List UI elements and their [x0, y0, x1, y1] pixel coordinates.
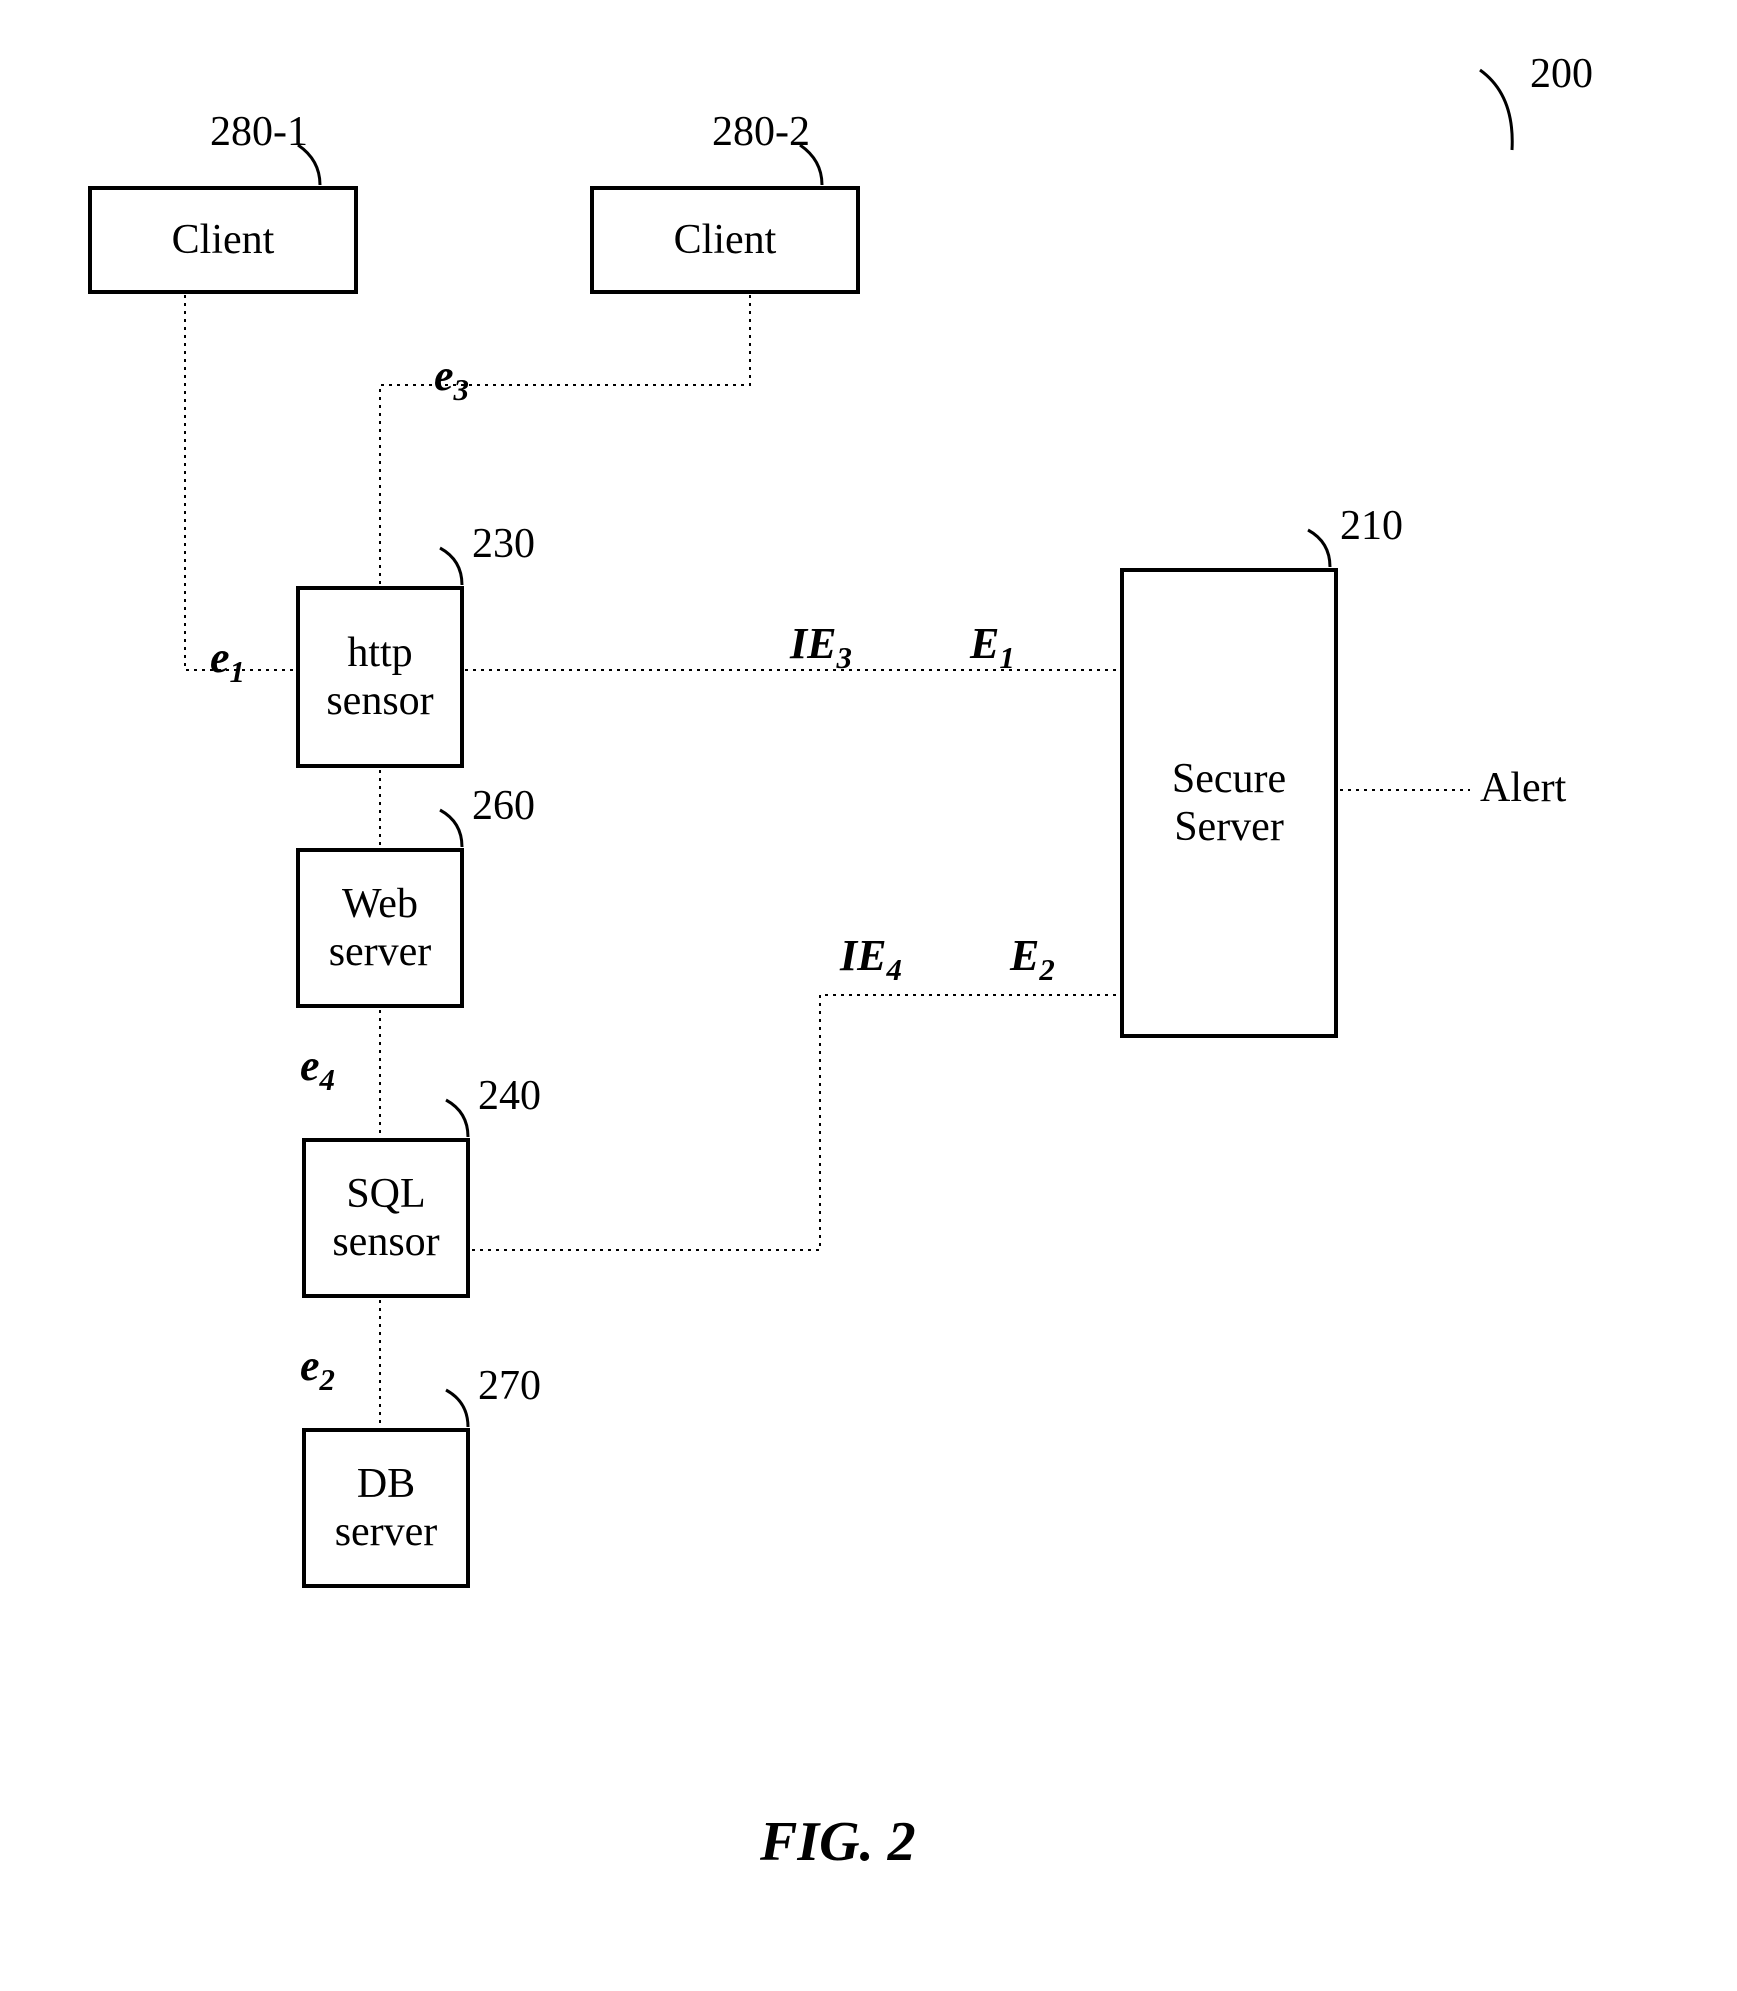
- box-client1: Client: [88, 186, 358, 294]
- edge-E2: E2: [1010, 930, 1055, 988]
- ref-http-sensor: 230: [472, 520, 535, 568]
- diagram-canvas: 200 Client 280-1 Client 280-2 http senso…: [0, 0, 1737, 1991]
- ref-client1: 280-1: [210, 108, 308, 156]
- box-db-server: DB server: [302, 1428, 470, 1588]
- edge-IE3: IE3: [790, 618, 852, 676]
- ref-client2: 280-2: [712, 108, 810, 156]
- edge-e4: e4: [300, 1040, 335, 1098]
- box-client1-label: Client: [172, 216, 275, 264]
- edge-e3: e3: [434, 350, 469, 408]
- ref-sql-sensor: 240: [478, 1072, 541, 1120]
- edge-e2: e2: [300, 1340, 335, 1398]
- box-sql-sensor-label: SQL sensor: [332, 1170, 439, 1267]
- edge-e1: e1: [210, 632, 245, 690]
- box-db-server-label: DB server: [335, 1460, 438, 1557]
- box-client2: Client: [590, 186, 860, 294]
- box-secure-server-label: Secure Server: [1172, 755, 1286, 852]
- connector-lines: [0, 0, 1737, 1991]
- box-secure-server: Secure Server: [1120, 568, 1338, 1038]
- edge-E1: E1: [970, 618, 1015, 676]
- box-web-server: Web server: [296, 848, 464, 1008]
- edge-IE4: IE4: [840, 930, 902, 988]
- box-http-sensor-label: http sensor: [326, 629, 433, 726]
- ref-web-server: 260: [472, 782, 535, 830]
- alert-label: Alert: [1480, 764, 1566, 812]
- figure-caption: FIG. 2: [760, 1810, 916, 1874]
- ref-secure-server: 210: [1340, 502, 1403, 550]
- figure-ref: 200: [1530, 50, 1593, 98]
- box-http-sensor: http sensor: [296, 586, 464, 768]
- box-sql-sensor: SQL sensor: [302, 1138, 470, 1298]
- box-client2-label: Client: [674, 216, 777, 264]
- box-web-server-label: Web server: [329, 880, 432, 977]
- ref-db-server: 270: [478, 1362, 541, 1410]
